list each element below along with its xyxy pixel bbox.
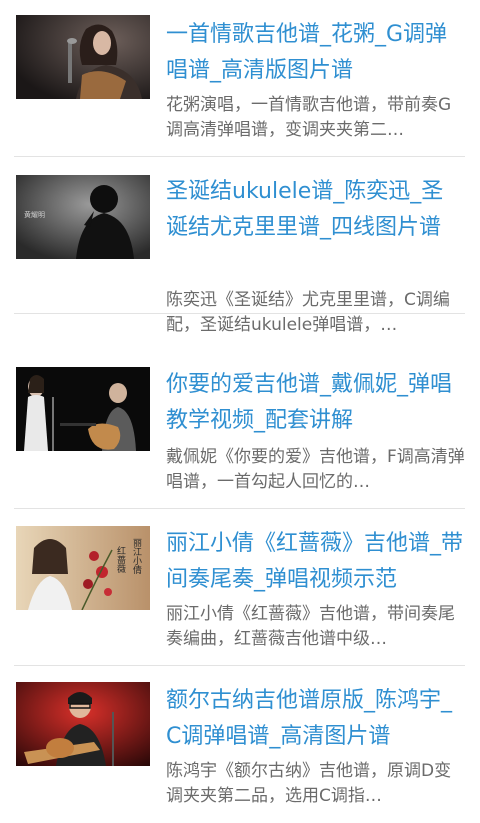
list-item[interactable]: 一首情歌吉他谱_花粥_G调弹唱谱_高清版图片谱 花粥演唱，一首情歌吉他谱，带前奏… — [14, 0, 465, 157]
svg-text:红蔷薇: 红蔷薇 — [115, 545, 126, 574]
article-description: 陈奕迅《圣诞结》尤克里里谱，C调编配，圣诞结ukulele弹唱谱，… — [166, 290, 450, 335]
article-description: 陈鸿宇《额尔古纳》吉他谱，原调D变调夹夹第二品，选用C调指… — [166, 761, 452, 806]
article-title[interactable]: 丽江小倩《红蔷薇》吉他谱_带间奏尾奏_弹唱视频示范 — [166, 526, 465, 598]
article-title[interactable]: 一首情歌吉他谱_花粥_G调弹唱谱_高清版图片谱 — [166, 17, 465, 89]
article-title[interactable]: 你要的爱吉他谱_戴佩妮_弹唱教学视频_配套讲解 — [166, 367, 465, 439]
article-title[interactable]: 额尔古纳吉他谱原版_陈鸿宇_C调弹唱谱_高清图片谱 — [166, 683, 465, 755]
list-item[interactable]: 红蔷薇 丽江小倩 丽江小倩《红蔷薇》吉他谱_带间奏尾奏_弹唱视频示范 丽江小倩《… — [14, 509, 465, 666]
singer-silhouette-icon[interactable]: 黄耀明 — [16, 175, 150, 259]
svg-text:黄耀明: 黄耀明 — [24, 210, 45, 219]
list-item[interactable]: 黄耀明 圣诞结ukulele谱_陈奕迅_圣诞结尤克里里谱_四线图片谱 陈奕迅《圣… — [14, 157, 465, 335]
svg-text:丽江小倩: 丽江小倩 — [131, 538, 142, 575]
article-description: 花粥演唱，一首情歌吉他谱，带前奏G调高清弹唱谱，变调夹夹第二… — [166, 95, 452, 140]
article-description: 丽江小倩《红蔷薇》吉他谱，带间奏尾奏编曲，红蔷薇吉他谱中级… — [166, 604, 455, 649]
album-cover-roses-icon[interactable]: 红蔷薇 丽江小倩 — [16, 526, 150, 610]
list-item[interactable]: 你要的爱吉他谱_戴佩妮_弹唱教学视频_配套讲解 戴佩妮《你要的爱》吉他谱，F调高… — [14, 352, 465, 509]
article-title[interactable]: 圣诞结ukulele谱_陈奕迅_圣诞结尤克里里谱_四线图片谱 — [166, 174, 465, 246]
singer-and-guitarist-icon[interactable] — [16, 367, 150, 451]
guitarist-on-stage-icon[interactable] — [16, 682, 150, 766]
woman-singing-with-guitar-icon[interactable] — [16, 15, 150, 99]
list-item[interactable]: 额尔古纳吉他谱原版_陈鸿宇_C调弹唱谱_高清图片谱 陈鸿宇《额尔古纳》吉他谱，原… — [14, 666, 465, 823]
article-description: 戴佩妮《你要的爱》吉他谱，F调高清弹唱谱，一首勾起人回忆的… — [166, 447, 465, 492]
